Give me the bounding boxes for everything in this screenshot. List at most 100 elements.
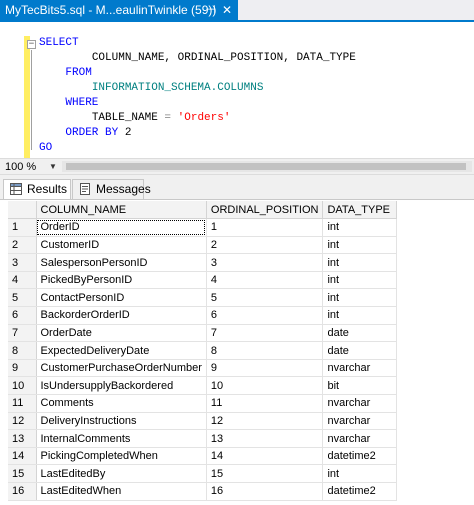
table-row[interactable]: 2 CustomerID 2 int: [8, 236, 398, 255]
table-row[interactable]: 10 IsUndersupplyBackordered 10 bit: [8, 376, 398, 396]
table-row[interactable]: 14 PickingCompletedWhen 14 datetime2: [8, 447, 398, 466]
cell-column-name[interactable]: CustomerID: [36, 236, 207, 255]
query-editor[interactable]: − SELECT COLUMN_NAME, ORDINAL_POSITION, …: [0, 22, 474, 158]
cell-column-name[interactable]: CustomerPurchaseOrderNumber: [36, 359, 207, 378]
cell-column-name[interactable]: SalespersonPersonID: [36, 253, 207, 272]
cell-ordinal-position[interactable]: 3: [206, 253, 324, 272]
cell-column-name[interactable]: ExpectedDeliveryDate: [36, 341, 207, 360]
cell-ordinal-position[interactable]: 2: [206, 236, 324, 255]
cell-ordinal-position[interactable]: 14: [206, 447, 324, 466]
cell-column-name[interactable]: DeliveryInstructions: [36, 412, 207, 431]
chevron-down-icon[interactable]: ▼: [49, 160, 57, 174]
row-number[interactable]: 12: [8, 412, 37, 431]
row-number[interactable]: 6: [8, 306, 37, 325]
cell-ordinal-position[interactable]: 11: [206, 394, 324, 413]
cell-column-name[interactable]: IsUndersupplyBackordered: [36, 376, 207, 396]
table-row[interactable]: 8 ExpectedDeliveryDate 8 date: [8, 341, 398, 360]
cell-column-name[interactable]: OrderDate: [36, 324, 207, 343]
cell-column-name[interactable]: InternalComments: [36, 429, 207, 448]
row-number[interactable]: 5: [8, 288, 37, 308]
cell-column-name[interactable]: PickingCompletedWhen: [36, 447, 207, 466]
cell-ordinal-position[interactable]: 13: [206, 429, 324, 448]
column-header-ordinal-position[interactable]: ORDINAL_POSITION: [206, 201, 324, 220]
table-row[interactable]: 3 SalespersonPersonID 3 int: [8, 253, 398, 272]
row-number[interactable]: 8: [8, 341, 37, 360]
table-row[interactable]: 5 ContactPersonID 5 int: [8, 288, 398, 308]
cell-data-type[interactable]: int: [322, 236, 398, 255]
cell-column-name[interactable]: BackorderOrderID: [36, 306, 207, 325]
row-number[interactable]: 2: [8, 236, 37, 255]
table-row[interactable]: 6 BackorderOrderID 6 int: [8, 306, 398, 325]
results-grid-area: COLUMN_NAME ORDINAL_POSITION DATA_TYPE 1…: [0, 199, 474, 505]
cell-ordinal-position[interactable]: 16: [206, 482, 324, 501]
cell-column-name[interactable]: OrderID: [36, 218, 207, 237]
table-row[interactable]: 11 Comments 11 nvarchar: [8, 394, 398, 413]
cell-data-type[interactable]: datetime2: [322, 447, 398, 466]
cell-ordinal-position[interactable]: 12: [206, 412, 324, 431]
cell-ordinal-position[interactable]: 10: [206, 376, 324, 396]
table-row[interactable]: 4 PickedByPersonID 4 int: [8, 271, 398, 290]
code-line-4: INFORMATION_SCHEMA.COLUMNS: [39, 81, 264, 96]
cell-ordinal-position[interactable]: 1: [206, 218, 324, 237]
table-row[interactable]: 9 CustomerPurchaseOrderNumber 9 nvarchar: [8, 359, 398, 378]
cell-column-name[interactable]: Comments: [36, 394, 207, 413]
cell-ordinal-position[interactable]: 7: [206, 324, 324, 343]
cell-column-name[interactable]: PickedByPersonID: [36, 271, 207, 290]
row-number[interactable]: 16: [8, 482, 37, 501]
cell-ordinal-position[interactable]: 6: [206, 306, 324, 325]
cell-data-type[interactable]: int: [322, 271, 398, 290]
cell-ordinal-position[interactable]: 8: [206, 341, 324, 360]
table-row[interactable]: 12 DeliveryInstructions 12 nvarchar: [8, 412, 398, 431]
row-number[interactable]: 13: [8, 429, 37, 448]
row-number[interactable]: 10: [8, 376, 37, 396]
grid-header-row: COLUMN_NAME ORDINAL_POSITION DATA_TYPE: [8, 201, 398, 220]
row-number[interactable]: 15: [8, 464, 37, 483]
table-row[interactable]: 16 LastEditedWhen 16 datetime2: [8, 482, 398, 501]
cell-data-type[interactable]: int: [322, 218, 398, 237]
cell-column-name[interactable]: LastEditedWhen: [36, 482, 207, 501]
code-line-7: ORDER BY 2: [39, 126, 131, 141]
cell-data-type[interactable]: int: [322, 464, 398, 483]
row-number[interactable]: 11: [8, 394, 37, 413]
row-number[interactable]: 3: [8, 253, 37, 272]
collapse-icon[interactable]: −: [27, 40, 36, 49]
cell-data-type[interactable]: datetime2: [322, 482, 398, 501]
cell-data-type[interactable]: int: [322, 288, 398, 308]
cell-data-type[interactable]: int: [322, 306, 398, 325]
pin-icon[interactable]: ⊣: [204, 3, 218, 17]
zoom-select[interactable]: 100 % ▼: [3, 160, 60, 174]
cell-ordinal-position[interactable]: 5: [206, 288, 324, 308]
row-number[interactable]: 14: [8, 447, 37, 466]
cell-ordinal-position[interactable]: 4: [206, 271, 324, 290]
cell-data-type[interactable]: nvarchar: [322, 394, 398, 413]
tab-messages[interactable]: Messages: [72, 179, 151, 199]
scrollbar-thumb[interactable]: [66, 163, 466, 170]
column-header-column-name[interactable]: COLUMN_NAME: [36, 201, 207, 220]
cell-data-type[interactable]: nvarchar: [322, 359, 398, 378]
code-line-8: GO: [39, 141, 52, 156]
row-number[interactable]: 4: [8, 271, 37, 290]
cell-data-type[interactable]: nvarchar: [322, 429, 398, 448]
column-header-data-type[interactable]: DATA_TYPE: [322, 201, 398, 220]
horizontal-scrollbar[interactable]: [62, 161, 472, 172]
cell-ordinal-position[interactable]: 15: [206, 464, 324, 483]
table-row[interactable]: 13 InternalComments 13 nvarchar: [8, 429, 398, 448]
document-tab[interactable]: MyTecBits5.sql - M...eaulinTwinkle (59))…: [0, 0, 238, 20]
cell-data-type[interactable]: int: [322, 253, 398, 272]
cell-data-type[interactable]: date: [322, 324, 398, 343]
cell-data-type[interactable]: bit: [322, 376, 398, 396]
table-row[interactable]: 15 LastEditedBy 15 int: [8, 464, 398, 483]
cell-column-name[interactable]: LastEditedBy: [36, 464, 207, 483]
row-number[interactable]: 9: [8, 359, 37, 378]
grid-corner-header[interactable]: [8, 201, 37, 220]
cell-data-type[interactable]: nvarchar: [322, 412, 398, 431]
cell-ordinal-position[interactable]: 9: [206, 359, 324, 378]
cell-column-name[interactable]: ContactPersonID: [36, 288, 207, 308]
row-number[interactable]: 1: [8, 218, 37, 237]
table-row[interactable]: 7 OrderDate 7 date: [8, 324, 398, 343]
cell-data-type[interactable]: date: [322, 341, 398, 360]
close-icon[interactable]: ✕: [220, 3, 234, 17]
row-number[interactable]: 7: [8, 324, 37, 343]
table-row[interactable]: 1 OrderID 1 int: [8, 218, 398, 237]
tab-results[interactable]: Results: [3, 179, 71, 199]
